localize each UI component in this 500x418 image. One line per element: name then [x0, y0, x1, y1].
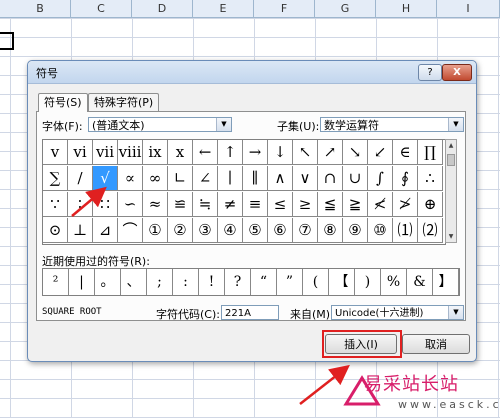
watermark-url: www.easck.com	[398, 398, 500, 411]
site-watermark: 易采站长站 www.easck.com	[342, 368, 500, 418]
arrow-to-insert	[299, 364, 350, 405]
arrow-to-symbol	[71, 186, 107, 217]
watermark-title: 易采站长站	[364, 374, 459, 395]
annotation-arrows	[71, 186, 350, 405]
tab-symbols[interactable]: 符号(S)	[38, 93, 88, 112]
